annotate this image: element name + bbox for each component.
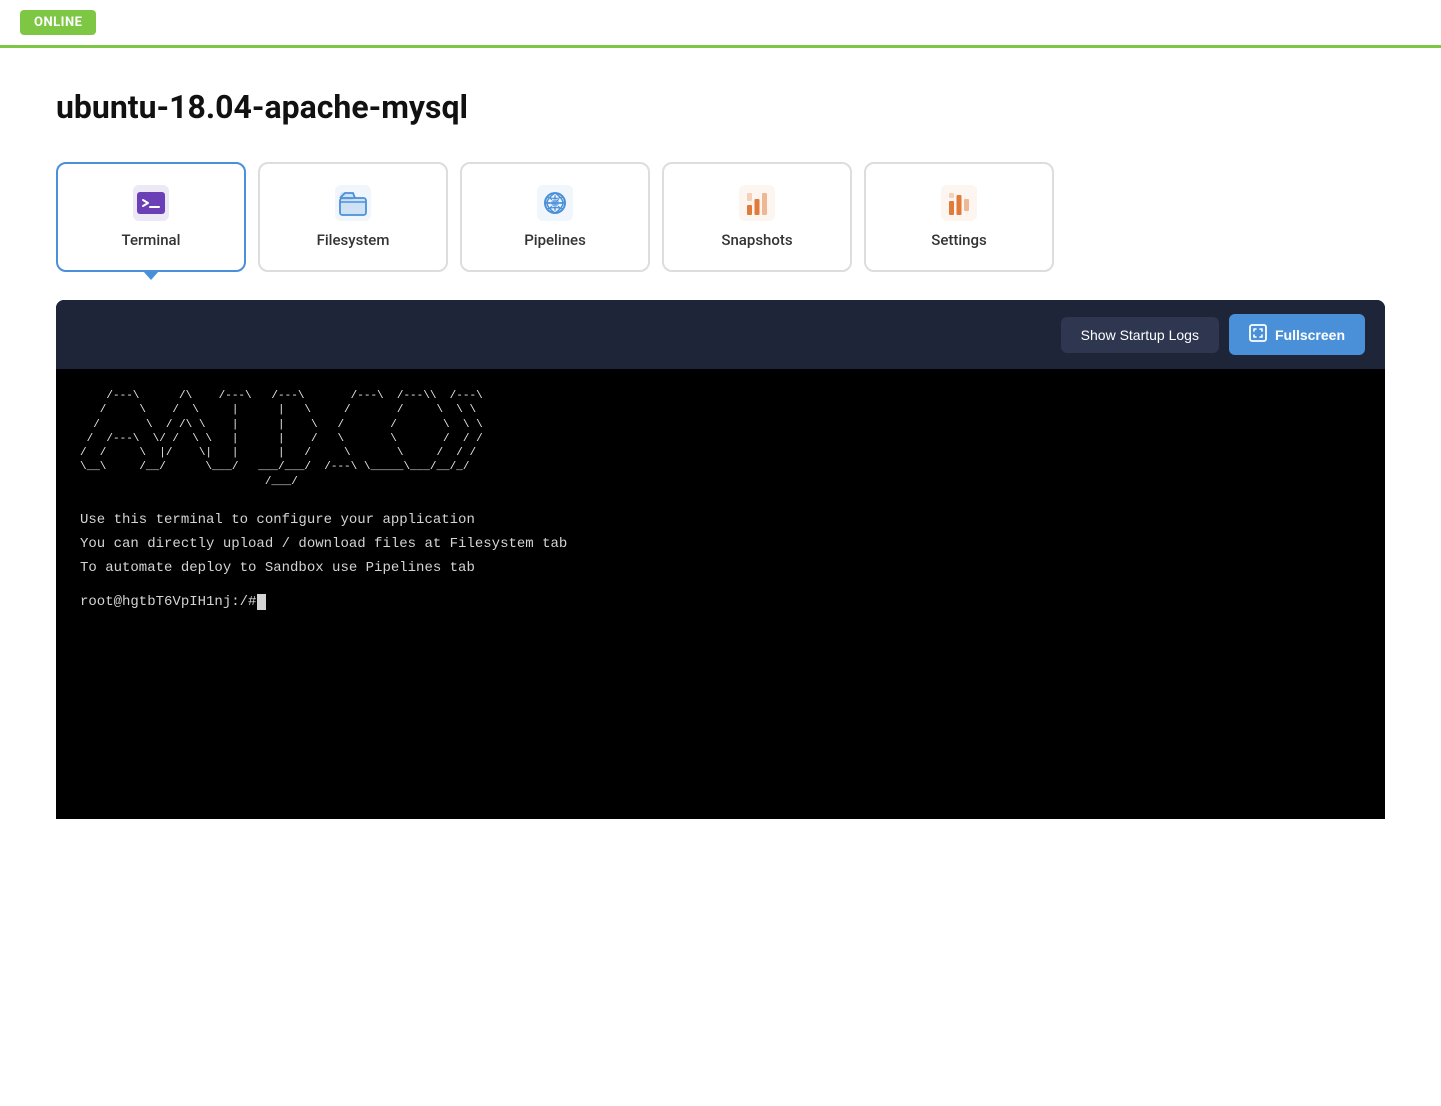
tab-pipelines-label: Pipelines — [524, 231, 586, 249]
tabs-row: Terminal Filesystem — [56, 162, 1385, 272]
terminal-icon — [133, 185, 169, 221]
terminal-panel: Show Startup Logs Fullscreen /---\ /\ / — [56, 300, 1385, 819]
main-content: ubuntu-18.04-apache-mysql Terminal — [0, 48, 1441, 819]
fullscreen-button[interactable]: Fullscreen — [1229, 314, 1365, 355]
terminal-toolbar: Show Startup Logs Fullscreen — [56, 300, 1385, 369]
filesystem-icon — [335, 185, 371, 221]
terminal-prompt: root@hgtbT6VpIH1nj:/# — [80, 594, 1361, 610]
ascii-art-banner: /---\ /\ /---\ /---\ /---\ /---\\ /---\ … — [80, 389, 1361, 489]
snapshots-icon — [739, 185, 775, 221]
tab-settings-label: Settings — [931, 231, 987, 249]
fullscreen-label: Fullscreen — [1275, 327, 1345, 343]
tab-snapshots[interactable]: Snapshots — [662, 162, 852, 272]
terminal-screen[interactable]: /---\ /\ /---\ /---\ /---\ /---\\ /---\ … — [56, 369, 1385, 819]
tab-pipelines[interactable]: Pipelines — [460, 162, 650, 272]
show-startup-logs-button[interactable]: Show Startup Logs — [1061, 317, 1219, 353]
terminal-info-text: Use this terminal to configure your appl… — [80, 509, 1361, 580]
page-title: ubuntu-18.04-apache-mysql — [56, 88, 1385, 126]
tab-filesystem-label: Filesystem — [317, 231, 390, 249]
pipelines-icon — [537, 185, 573, 221]
tab-terminal[interactable]: Terminal — [56, 162, 246, 272]
online-badge: ONLINE — [20, 10, 96, 35]
tab-terminal-label: Terminal — [122, 231, 181, 249]
settings-icon — [941, 185, 977, 221]
top-bar: ONLINE — [0, 0, 1441, 48]
tab-filesystem[interactable]: Filesystem — [258, 162, 448, 272]
tab-settings[interactable]: Settings — [864, 162, 1054, 272]
terminal-cursor — [257, 594, 266, 610]
tab-snapshots-label: Snapshots — [721, 231, 792, 249]
fullscreen-icon — [1249, 324, 1267, 345]
prompt-text: root@hgtbT6VpIH1nj:/# — [80, 594, 256, 610]
